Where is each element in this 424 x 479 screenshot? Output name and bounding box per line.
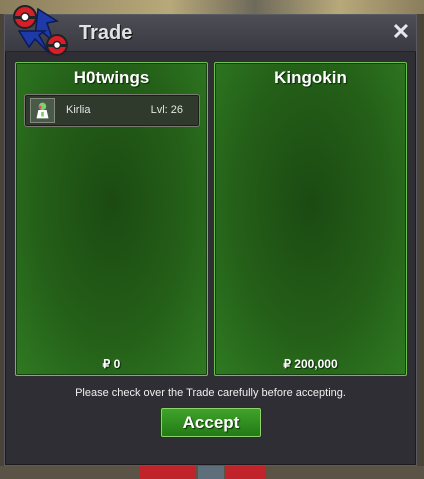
- game-background-bottom: [0, 466, 424, 479]
- trade-warning-text: Please check over the Trade carefully be…: [75, 387, 346, 399]
- partner-money-offer: ₽ 200,000: [283, 357, 338, 371]
- own-trainer-name: H0twings: [73, 68, 150, 87]
- kirlia-sprite-icon: [30, 98, 55, 123]
- close-button[interactable]: ✕: [390, 21, 412, 43]
- accept-button[interactable]: Accept: [161, 408, 261, 437]
- background-object: [198, 466, 224, 479]
- background-carpet: [140, 466, 195, 479]
- partner-trainer-name: Kingokin: [274, 68, 347, 87]
- trade-window: Trade ✕ H0twings Kirlia Lvl: 26 ₽ 0 King…: [4, 5, 417, 466]
- trade-exchange-icon: [13, 5, 68, 56]
- own-money-offer: ₽ 0: [102, 357, 121, 371]
- pokemon-level: Lvl: 26: [150, 104, 183, 116]
- pokemon-name: Kirlia: [66, 104, 91, 116]
- offered-pokemon-slot[interactable]: Kirlia Lvl: 26: [24, 94, 200, 127]
- partner-offer-panel: Kingokin ₽ 200,000: [214, 62, 407, 376]
- own-offer-panel: H0twings Kirlia Lvl: 26 ₽ 0: [15, 62, 208, 376]
- background-carpet-right: [226, 466, 266, 479]
- window-title: Trade: [79, 22, 133, 44]
